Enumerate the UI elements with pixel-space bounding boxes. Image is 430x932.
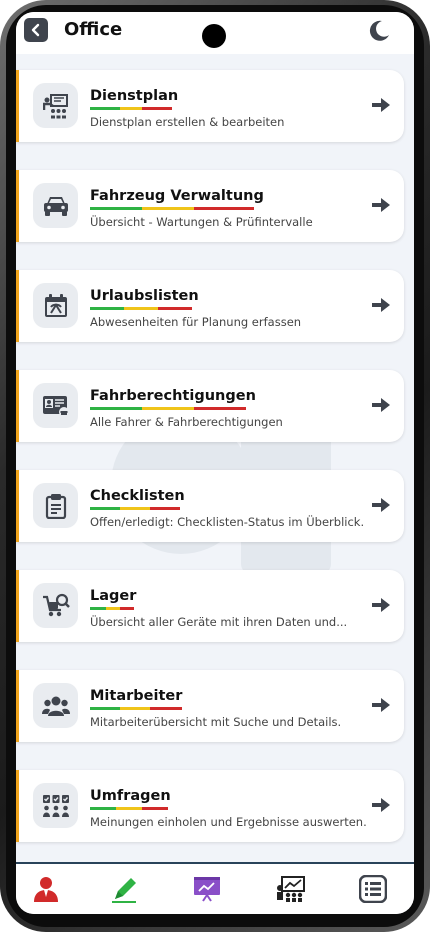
card-subtitle: Alle Fahrer & Fahrberechtigungen [90, 415, 283, 429]
nav-statistics[interactable] [274, 872, 308, 906]
car-icon [33, 183, 78, 228]
card-title: Fahrberechtigungen [90, 388, 256, 404]
card-subtitle: Übersicht aller Geräte mit ihren Daten u… [90, 615, 348, 629]
arrow-right-icon[interactable] [371, 96, 391, 114]
card-title: Urlaubslisten [90, 288, 199, 304]
card-title: Fahrzeug Verwaltung [90, 188, 264, 204]
menu-list: Dienstplan Dienstplan erstellen & bearbei… [16, 54, 414, 862]
back-button[interactable] [24, 18, 48, 42]
nav-edit[interactable] [108, 872, 142, 906]
users-icon [33, 683, 78, 728]
nav-profile[interactable] [29, 872, 63, 906]
card-title: Checklisten [90, 488, 185, 504]
dark-mode-toggle[interactable] [366, 18, 392, 44]
arrow-right-icon[interactable] [371, 496, 391, 514]
survey-icon [33, 783, 78, 828]
arrow-right-icon[interactable] [371, 396, 391, 414]
arrow-right-icon[interactable] [371, 296, 391, 314]
chart-team-icon [277, 876, 305, 902]
card-subtitle: Meinungen einholen und Ergebnisse auswer… [90, 815, 367, 829]
menu-card[interactable]: Fahrzeug Verwaltung Übersicht - Wartungen… [16, 170, 404, 242]
app-screen: Office Dienstplan Dienstplan erstellen & … [16, 12, 414, 914]
title-underline [90, 507, 180, 510]
calendar-vacation-icon [33, 283, 78, 328]
arrow-right-icon[interactable] [371, 196, 391, 214]
clipboard-icon [33, 483, 78, 528]
arrow-right-icon[interactable] [371, 796, 391, 814]
presentation-icon [194, 877, 220, 902]
card-title: Lager [90, 588, 137, 604]
nav-list[interactable] [356, 872, 390, 906]
menu-card[interactable]: Fahrberechtigungen Alle Fahrer & Fahrbere… [16, 370, 404, 442]
title-underline [90, 207, 254, 210]
title-underline [90, 607, 134, 610]
front-camera [202, 24, 226, 48]
menu-card[interactable]: Dienstplan Dienstplan erstellen & bearbei… [16, 70, 404, 142]
schedule-presentation-icon [33, 83, 78, 128]
page-title: Office [64, 19, 123, 40]
menu-card[interactable]: Urlaubslisten Abwesenheiten für Planung e… [16, 270, 404, 342]
menu-card[interactable]: Umfragen Meinungen einholen und Ergebniss… [16, 770, 404, 842]
menu-card[interactable]: Lager Übersicht aller Geräte mit ihren Da… [16, 570, 404, 642]
title-underline [90, 307, 192, 310]
card-subtitle: Abwesenheiten für Planung erfassen [90, 315, 302, 329]
card-subtitle: Mitarbeiterübersicht mit Suche und Detai… [90, 715, 342, 729]
bottom-navigation [16, 862, 414, 914]
menu-card[interactable]: Checklisten Offen/erledigt: Checklisten-S… [16, 470, 404, 542]
card-title: Dienstplan [90, 88, 179, 104]
card-title: Mitarbeiter [90, 688, 183, 704]
nav-presentation[interactable] [190, 872, 224, 906]
arrow-right-icon[interactable] [371, 696, 391, 714]
card-subtitle: Übersicht - Wartungen & Prüfintervalle [90, 215, 313, 229]
user-icon [34, 877, 58, 902]
chevron-left-icon [31, 23, 40, 37]
menu-card[interactable]: Mitarbeiter Mitarbeiterübersicht mit Such… [16, 670, 404, 742]
title-underline [90, 407, 246, 410]
title-underline [90, 107, 172, 110]
license-card-icon [33, 383, 78, 428]
title-underline [90, 707, 182, 710]
pencil-icon [112, 878, 136, 903]
list-icon [359, 875, 387, 903]
cart-search-icon [33, 583, 78, 628]
card-subtitle: Offen/erledigt: Checklisten-Status im Üb… [90, 515, 365, 529]
arrow-right-icon[interactable] [371, 596, 391, 614]
title-underline [90, 807, 168, 810]
card-subtitle: Dienstplan erstellen & bearbeiten [90, 115, 285, 129]
card-title: Umfragen [90, 788, 171, 804]
